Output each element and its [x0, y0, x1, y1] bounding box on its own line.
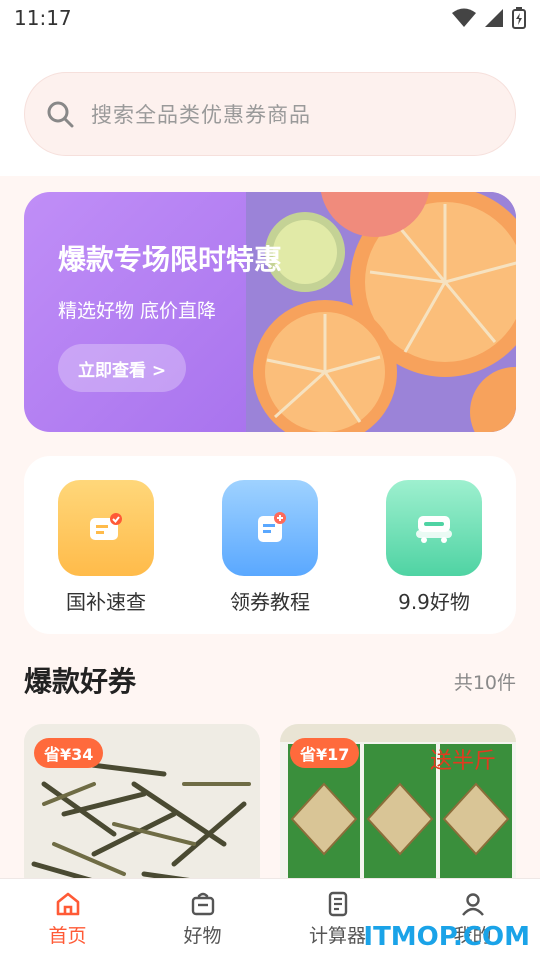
banner-title: 爆款专场限时特惠	[58, 243, 283, 276]
section-count: 共10件	[453, 672, 516, 694]
quick-label: 领券教程	[230, 590, 310, 614]
search-placeholder: 搜索全品类优惠券商品	[91, 103, 311, 127]
calculator-icon	[328, 891, 347, 917]
discount-badge: 省¥17	[290, 738, 360, 768]
bargain-goods-icon	[386, 480, 482, 576]
search-input[interactable]: 搜索全品类优惠券商品	[24, 72, 516, 156]
coupon-tutorial-icon	[222, 480, 318, 576]
section-title: 爆款好券	[24, 665, 137, 698]
banner-fruit-image	[245, 192, 516, 432]
status-bar: 11:17	[0, 0, 540, 36]
signal-icon	[485, 9, 503, 27]
quick-entries: 国补速查 领券教程 9.9好物	[24, 456, 516, 634]
svg-text:送半斤: 送半斤	[430, 749, 496, 774]
tab-label: 计算器	[308, 925, 366, 947]
quick-item-subsidy[interactable]: 国补速查	[41, 480, 171, 615]
promo-banner[interactable]: 爆款专场限时特惠 精选好物 底价直降 立即查看 >	[24, 192, 516, 432]
user-icon	[461, 893, 484, 916]
status-time: 11:17	[14, 6, 72, 30]
banner-subtitle: 精选好物 底价直降	[58, 300, 217, 322]
quick-label: 国补速查	[66, 590, 146, 614]
wifi-icon	[452, 8, 476, 27]
search-area: 搜索全品类优惠券商品	[0, 36, 540, 176]
product-card[interactable]: 送半斤 省¥17	[280, 724, 516, 894]
status-icons	[452, 7, 526, 29]
tab-goods[interactable]: 好物	[135, 879, 270, 960]
quick-label: 9.9好物	[398, 590, 470, 614]
subsidy-check-icon	[58, 480, 154, 576]
quick-item-tutorial[interactable]: 领券教程	[205, 480, 335, 615]
product-card[interactable]: 省¥34	[24, 724, 260, 894]
quick-item-bargain[interactable]: 9.9好物	[369, 480, 499, 615]
watermark: ITMOP.COM	[363, 922, 530, 952]
battery-icon	[512, 7, 526, 29]
home-icon	[56, 892, 79, 916]
tab-label: 首页	[48, 925, 87, 947]
bag-icon	[191, 892, 214, 916]
banner-view-button[interactable]: 立即查看 >	[58, 344, 187, 392]
tab-home[interactable]: 首页	[0, 879, 135, 960]
discount-badge: 省¥34	[34, 738, 104, 768]
tab-label: 好物	[183, 925, 222, 947]
search-icon	[47, 101, 74, 128]
product-list: 省¥34 送半斤 省¥17	[24, 724, 516, 894]
